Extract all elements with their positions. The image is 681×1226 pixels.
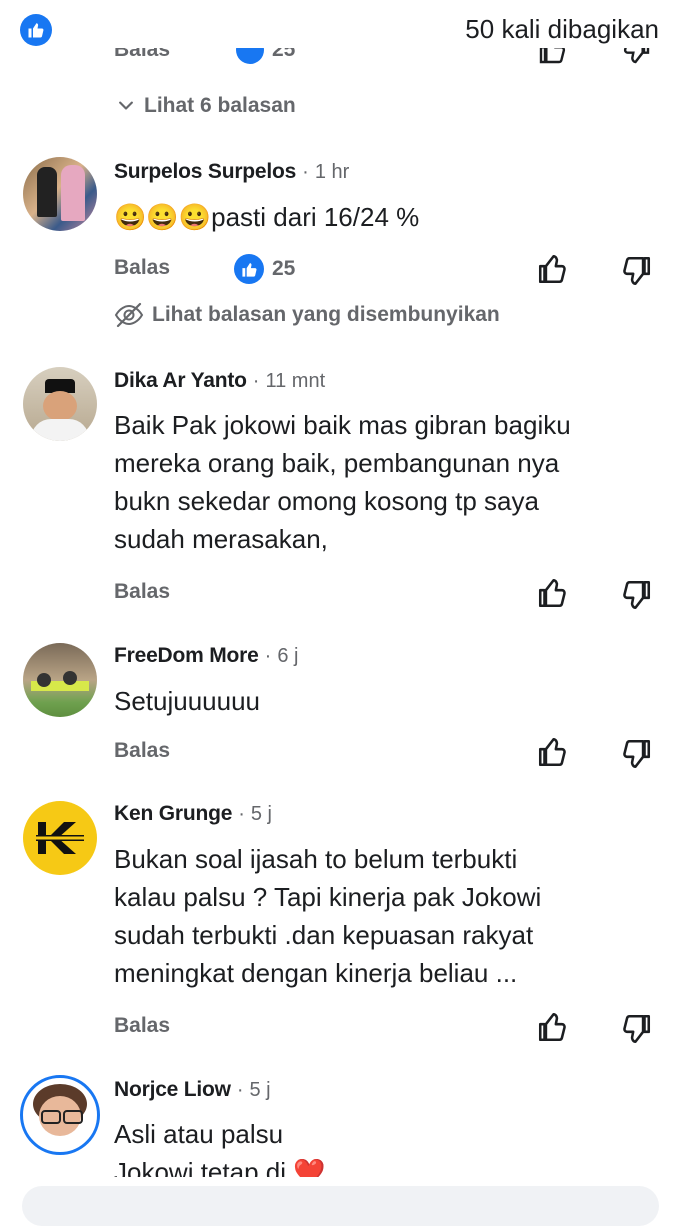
reaction-summary[interactable]: 25 <box>234 254 295 284</box>
hidden-replies-link[interactable]: Lihat balasan yang disembunyikan <box>114 302 500 328</box>
emoji-text: 😀😀😀 <box>114 202 212 232</box>
thumbs-down-icon[interactable] <box>619 254 653 288</box>
comment-header: Surpelos Surpelos · 1 hr <box>114 160 350 184</box>
thumbs-down-icon[interactable] <box>619 737 653 771</box>
reply-button[interactable]: Balas <box>114 580 170 604</box>
comment-input-bar[interactable] <box>22 1186 659 1226</box>
reply-button[interactable]: Balas <box>114 739 170 763</box>
heart-emoji: ❤️ <box>293 1157 326 1177</box>
comment-time[interactable]: 5 j <box>250 1079 271 1102</box>
avatar[interactable] <box>23 367 97 441</box>
like-count: 25 <box>272 257 296 280</box>
comment-time[interactable]: 1 hr <box>315 161 349 184</box>
chevron-down-icon <box>119 101 133 110</box>
comment-header: Dika Ar Yanto · 11 mnt <box>114 369 326 393</box>
reply-button[interactable]: Balas <box>114 256 170 280</box>
reply-button[interactable]: Balas <box>114 1014 170 1038</box>
comment-time[interactable]: 6 j <box>277 645 298 668</box>
thumbs-up-icon[interactable] <box>536 1010 570 1044</box>
thumbs-down-icon[interactable] <box>619 1012 653 1046</box>
comment-time[interactable]: 5 j <box>251 803 272 826</box>
avatar[interactable] <box>23 643 97 717</box>
comment-text: 😀😀😀pasti dari 16/24 % <box>114 202 420 232</box>
comment-header: FreeDom More · 6 j <box>114 644 299 668</box>
view-replies-link[interactable]: Lihat 6 balasan <box>116 94 296 118</box>
commenter-name[interactable]: Norjce Liow <box>114 1078 231 1102</box>
hidden-replies-label: Lihat balasan yang disembunyikan <box>152 303 500 326</box>
avatar[interactable] <box>20 1075 100 1155</box>
comment-text: Setujuuuuuu <box>114 686 261 716</box>
view-replies-label: Lihat 6 balasan <box>144 94 296 117</box>
comment-text: Baik Pak jokowi baik mas gibran bagiku m… <box>114 410 571 554</box>
shares-count[interactable]: 50 kali dibagikan <box>465 14 659 45</box>
eye-off-icon <box>114 302 144 328</box>
avatar[interactable] <box>23 801 97 875</box>
comment-time[interactable]: 11 mnt <box>265 370 325 393</box>
commenter-name[interactable]: Dika Ar Yanto <box>114 369 247 393</box>
comment-text: Bukan soal ijasah to belum terbukti kala… <box>114 844 542 988</box>
comment-text-clip: Asli atau palsu Jokowi tetap di ❤️ <box>114 1115 674 1177</box>
comment-header: Norjce Liow · 5 j <box>114 1078 271 1102</box>
clipped-action-row: Balas 25 <box>0 48 681 72</box>
thumbs-up-icon[interactable] <box>536 252 570 286</box>
thumbs-down-icon[interactable] <box>619 578 653 612</box>
comment-header: Ken Grunge · 5 j <box>114 802 272 826</box>
commenter-name[interactable]: FreeDom More <box>114 644 259 668</box>
commenter-name[interactable]: Ken Grunge <box>114 802 232 826</box>
commenter-name[interactable]: Surpelos Surpelos <box>114 160 296 184</box>
thumbs-up-icon[interactable] <box>536 576 570 610</box>
comment-text: Asli atau palsu Jokowi tetap di ❤️ <box>114 1115 674 1177</box>
avatar[interactable] <box>23 157 97 231</box>
thumbs-up-icon[interactable] <box>536 735 570 769</box>
like-reaction-icon <box>234 254 264 284</box>
k-logo-icon <box>36 822 84 854</box>
top-like-icon[interactable] <box>20 14 52 46</box>
